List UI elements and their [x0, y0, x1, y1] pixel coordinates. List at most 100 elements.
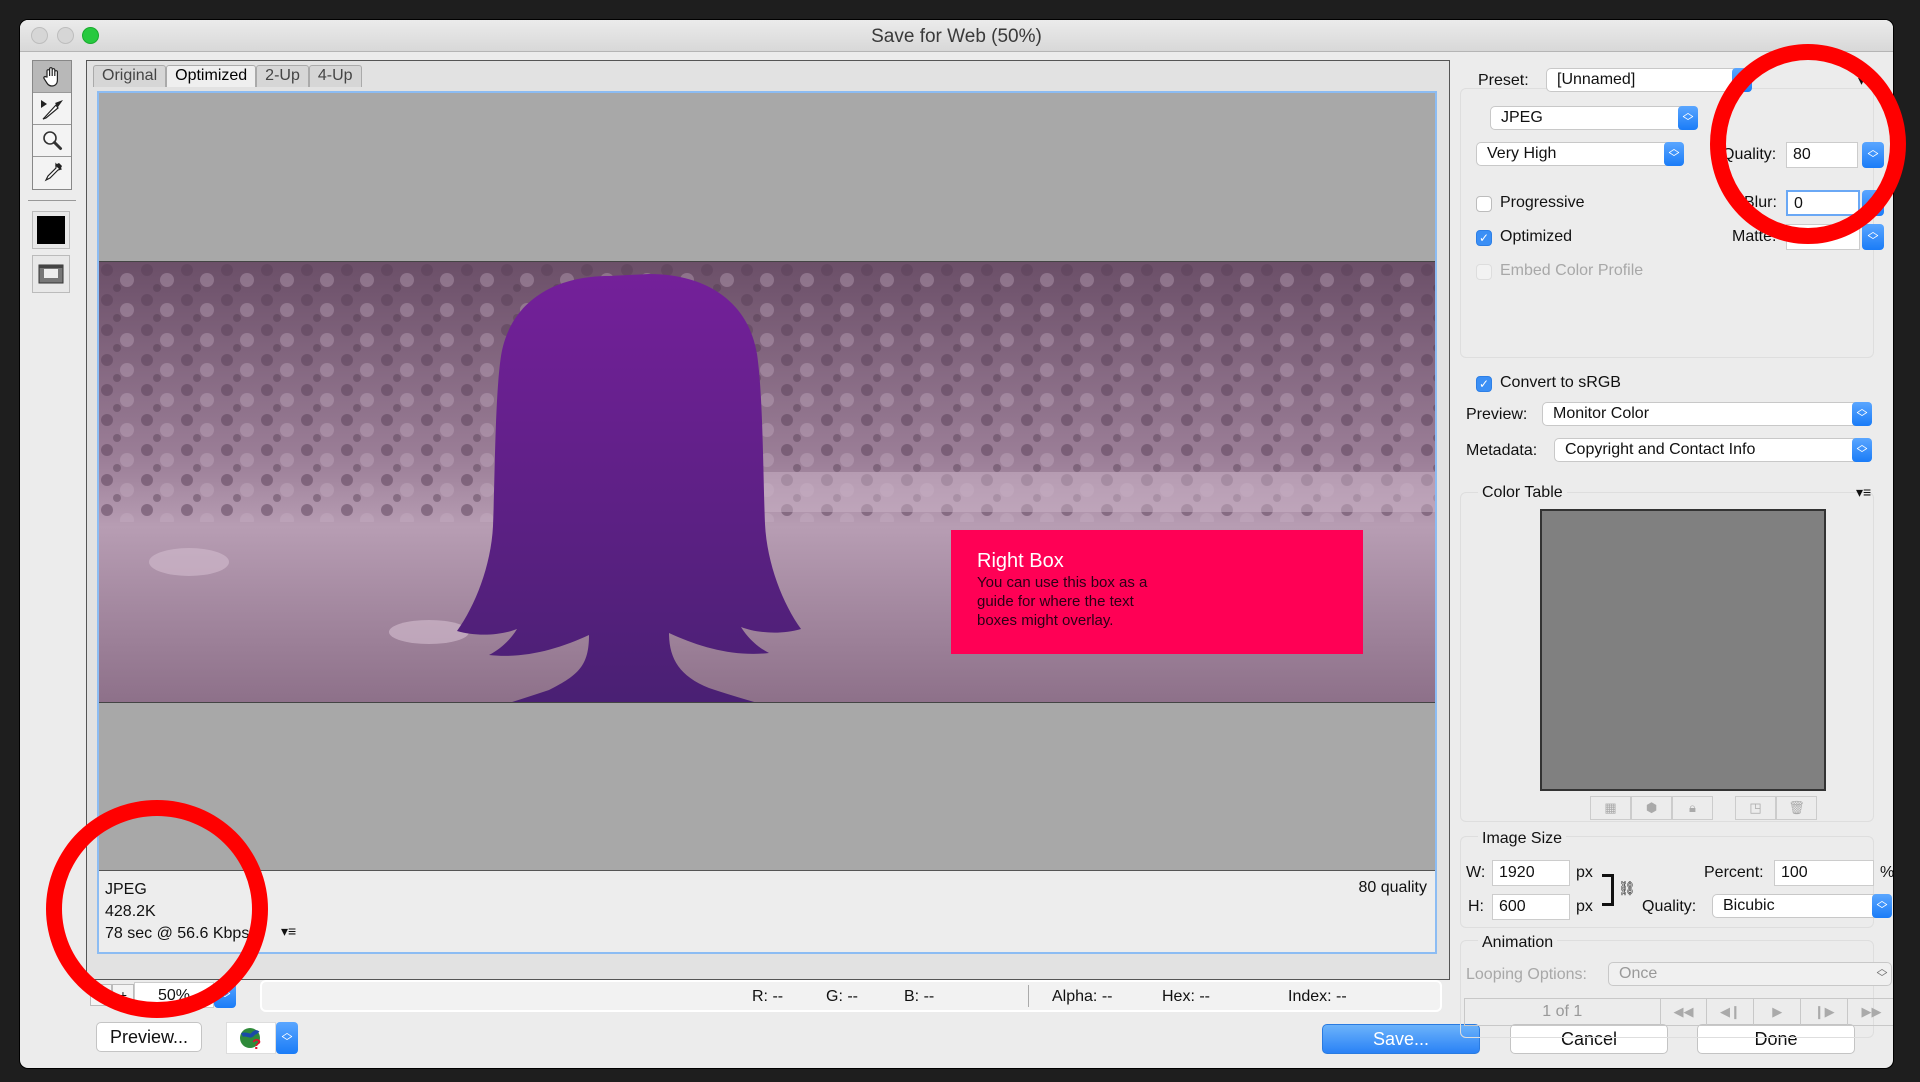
- preview-frame: Original Optimized 2-Up 4-Up Right Box Y…: [86, 60, 1450, 980]
- view-tabs: Original Optimized 2-Up 4-Up: [93, 65, 362, 87]
- lock-icon[interactable]: 🔒︎: [1672, 796, 1713, 820]
- first-frame-button[interactable]: ◀◀: [1661, 999, 1708, 1025]
- tab-optimized[interactable]: Optimized: [166, 65, 257, 87]
- eyedropper-color-swatch[interactable]: [32, 211, 70, 249]
- compression-quality-value: Very High: [1487, 145, 1557, 162]
- color-swatch: [37, 216, 65, 244]
- compression-dropdown-arrow: ︿ ﹀: [1664, 142, 1684, 166]
- color-table-buttons: ▦ ⬢ 🔒︎ ◳ 🗑︎: [1590, 796, 1817, 820]
- file-format-select[interactable]: JPEG ︿ ﹀: [1490, 106, 1698, 130]
- previous-frame-button[interactable]: ◀❙: [1707, 999, 1755, 1025]
- animation-controls: 1 of 1 ◀◀ ◀❙ ▶ ❙▶ ▶▶: [1464, 998, 1893, 1026]
- resample-quality-select[interactable]: Bicubic ︿ ﹀: [1712, 894, 1892, 918]
- progressive-checkbox[interactable]: [1476, 196, 1492, 212]
- blue-value: B: --: [904, 988, 935, 1005]
- zoom-level-control: − + 50% ︿ ﹀: [90, 982, 236, 1008]
- format-dropdown-arrow: ︿ ﹀: [1678, 106, 1698, 130]
- hand-tool[interactable]: [33, 61, 71, 93]
- preset-value: [Unnamed]: [1557, 71, 1636, 88]
- height-unit: px: [1576, 898, 1593, 915]
- constrain-proportions-bracket: [1602, 874, 1614, 906]
- web-snap-icon[interactable]: ⬢: [1631, 796, 1672, 820]
- matte-select[interactable]: [1786, 224, 1860, 250]
- toggle-slices-visibility-button[interactable]: [32, 255, 70, 293]
- preset-dropdown-arrow: ︿ ﹀: [1732, 68, 1752, 92]
- metadata-dropdown-arrow: ︿ ﹀: [1852, 438, 1872, 462]
- tool-divider: [28, 200, 76, 201]
- convert-srgb-label: Convert to sRGB: [1500, 374, 1621, 391]
- play-button[interactable]: ▶: [1754, 999, 1802, 1025]
- preview-color-select[interactable]: Monitor Color ︿ ﹀: [1542, 402, 1872, 426]
- optimized-checkbox[interactable]: ✓: [1476, 230, 1492, 246]
- blur-label: Blur:: [1744, 194, 1777, 211]
- preview-in-browser-button[interactable]: Preview...: [96, 1022, 202, 1052]
- green-value: G: --: [826, 988, 858, 1005]
- percent-input[interactable]: 100: [1774, 860, 1874, 886]
- preview-color-value: Monitor Color: [1553, 405, 1650, 422]
- download-speed-menu-icon[interactable]: ▾≡: [281, 923, 296, 940]
- matte-label: Matte:: [1732, 228, 1777, 245]
- looping-options-label: Looping Options:: [1466, 966, 1587, 983]
- quality-label: Quality:: [1722, 146, 1777, 163]
- blur-slider-button[interactable]: ︿ ﹀: [1862, 190, 1884, 216]
- preset-select[interactable]: [Unnamed] ︿ ﹀: [1546, 68, 1752, 92]
- eyedropper-tool[interactable]: [33, 157, 71, 189]
- width-unit: px: [1576, 864, 1593, 881]
- settings-menu-icon[interactable]: ▾≡: [1858, 72, 1873, 89]
- quality-slider-button[interactable]: ︿ ﹀: [1862, 142, 1884, 168]
- tab-original[interactable]: Original: [93, 65, 167, 87]
- quality-note: 80 quality: [1358, 879, 1428, 896]
- file-format-value: JPEG: [1501, 109, 1543, 126]
- new-color-icon[interactable]: ◳: [1735, 796, 1776, 820]
- svg-text:?: ?: [252, 1036, 261, 1051]
- preview-color-label: Preview:: [1466, 406, 1528, 423]
- save-button[interactable]: Save...: [1322, 1024, 1480, 1054]
- browser-select[interactable]: ? ︿ ﹀: [226, 1022, 298, 1054]
- zoom-in-button[interactable]: +: [112, 984, 134, 1006]
- metadata-label: Metadata:: [1466, 442, 1538, 459]
- eyedropper-icon: [44, 162, 63, 182]
- zoom-level-dropdown[interactable]: ︿ ﹀: [214, 982, 236, 1008]
- index-value: Index: --: [1288, 988, 1347, 1005]
- height-input[interactable]: 600: [1492, 894, 1570, 920]
- compression-quality-select[interactable]: Very High ︿ ﹀: [1476, 142, 1684, 166]
- hand-icon: [43, 66, 58, 87]
- transparency-icon[interactable]: ▦: [1590, 796, 1631, 820]
- optimization-settings-panel: Preset: [Unnamed] ︿ ﹀ ▾≡ JPEG ︿ ﹀ Very High ︿…: [1460, 60, 1893, 1060]
- tool-palette: [28, 60, 76, 293]
- right-box-overlay: Right Box You can use this box as a guid…: [951, 530, 1363, 654]
- blur-input[interactable]: 0: [1786, 190, 1860, 216]
- width-input[interactable]: 1920: [1492, 860, 1570, 886]
- resample-quality-label: Quality:: [1642, 898, 1697, 915]
- next-frame-button[interactable]: ❙▶: [1801, 999, 1849, 1025]
- title-bar: Save for Web (50%): [20, 20, 1893, 52]
- quality-input[interactable]: 80: [1786, 142, 1858, 168]
- width-label: W:: [1466, 864, 1486, 881]
- right-box-text: You can use this box as a guide for wher…: [977, 574, 1148, 629]
- slice-select-icon: [41, 99, 63, 120]
- trash-icon[interactable]: 🗑︎: [1776, 796, 1817, 820]
- color-table-title: Color Table: [1478, 484, 1567, 502]
- last-frame-button[interactable]: ▶▶: [1848, 999, 1893, 1025]
- tab-2-up[interactable]: 2-Up: [256, 65, 309, 87]
- zoom-level-input[interactable]: 50%: [134, 982, 214, 1008]
- embed-color-profile-label: Embed Color Profile: [1500, 262, 1644, 279]
- tab-4-up[interactable]: 4-Up: [308, 65, 362, 87]
- looping-options-select[interactable]: Once ︿ ﹀: [1608, 962, 1892, 986]
- metadata-select[interactable]: Copyright and Contact Info ︿ ﹀: [1554, 438, 1872, 462]
- slice-select-tool[interactable]: [33, 93, 71, 125]
- frame-counter: 1 of 1: [1465, 999, 1661, 1025]
- zoom-tool[interactable]: [33, 125, 71, 157]
- convert-srgb-checkbox[interactable]: ✓: [1476, 376, 1492, 392]
- color-table-swatches[interactable]: [1540, 509, 1826, 791]
- color-table-menu-icon[interactable]: ▾≡: [1856, 484, 1871, 501]
- link-icon[interactable]: ⛓︎: [1618, 880, 1636, 897]
- browser-dropdown-arrow[interactable]: ︿ ﹀: [276, 1022, 298, 1054]
- embed-color-profile-checkbox[interactable]: [1476, 264, 1492, 280]
- optimized-preview-pane[interactable]: Right Box You can use this box as a guid…: [97, 91, 1437, 954]
- metadata-value: Copyright and Contact Info: [1565, 441, 1756, 458]
- optimized-label: Optimized: [1500, 228, 1573, 245]
- zoom-out-button[interactable]: −: [90, 984, 112, 1006]
- window-title: Save for Web (50%): [871, 26, 1042, 47]
- matte-dropdown-arrow[interactable]: ︿ ﹀: [1862, 224, 1884, 250]
